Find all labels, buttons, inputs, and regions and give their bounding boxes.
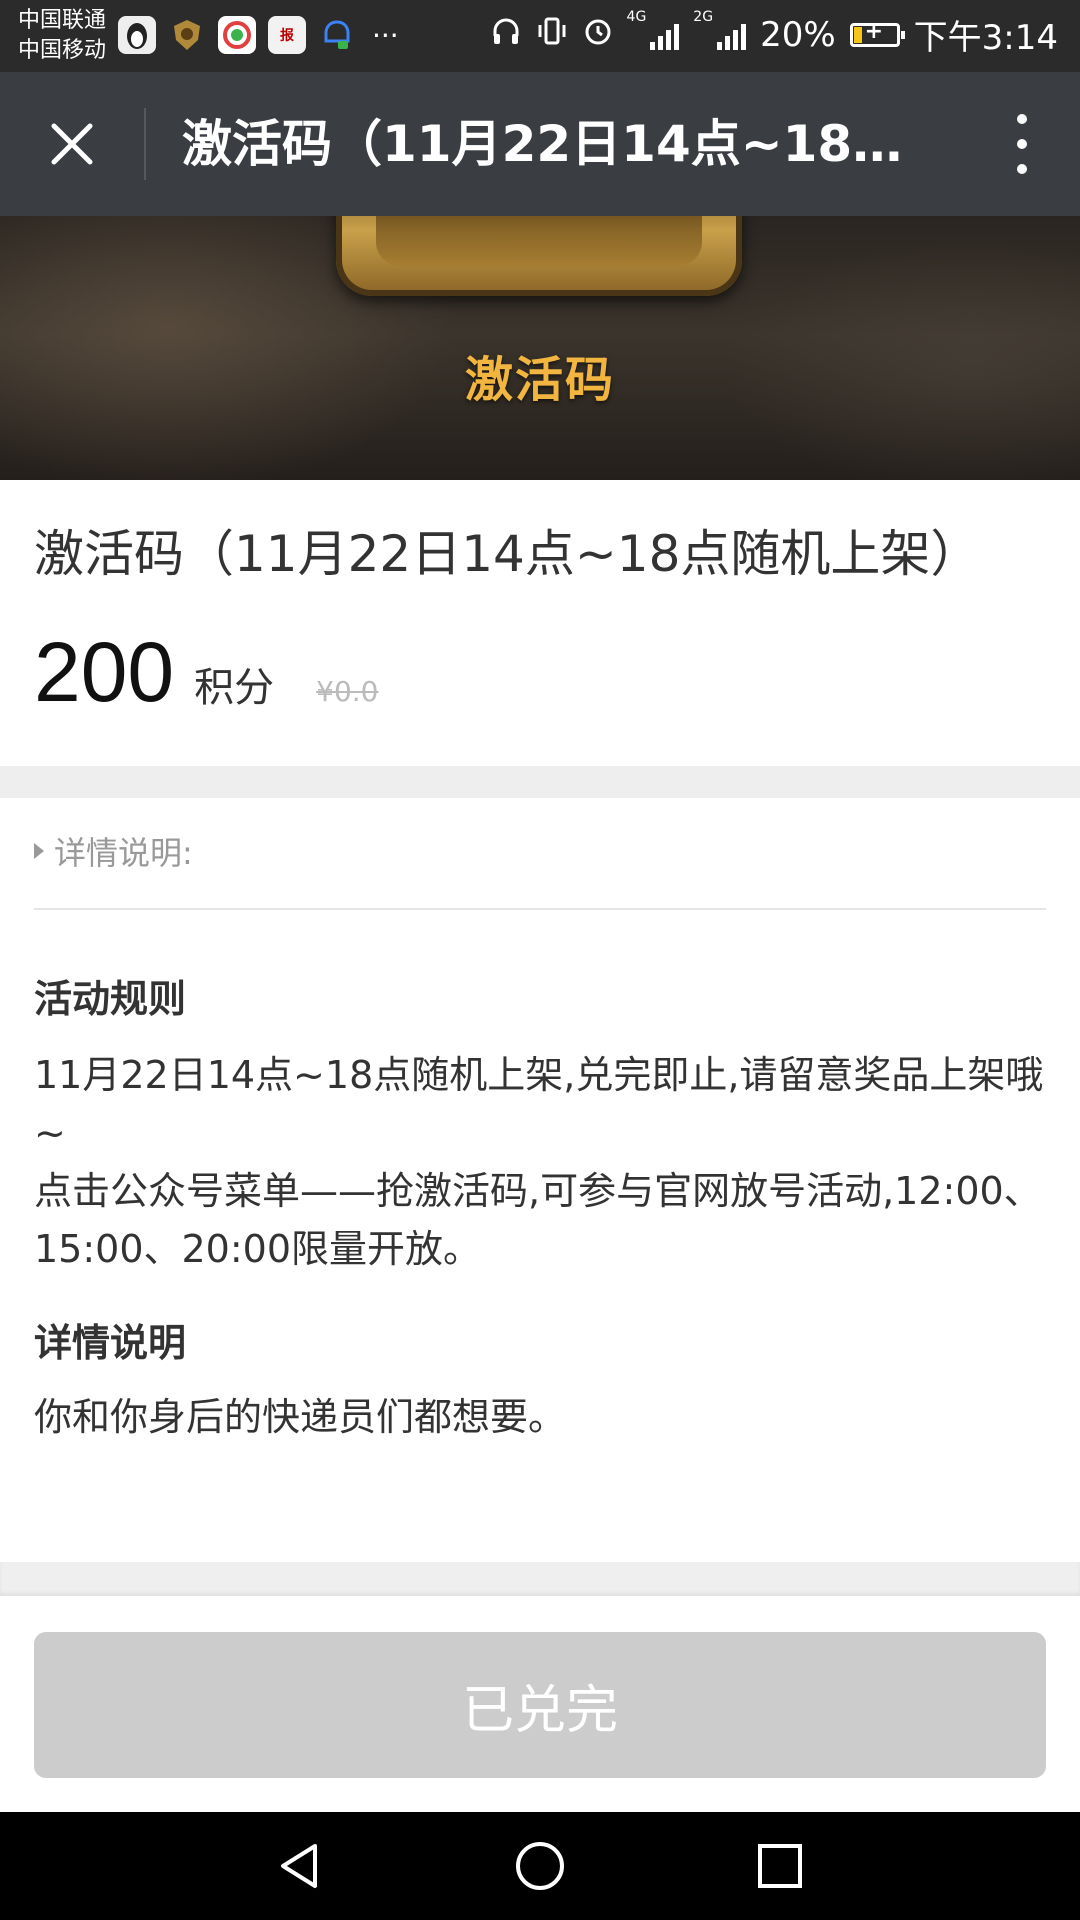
close-button[interactable] — [30, 104, 114, 184]
shield-app-icon — [168, 16, 206, 54]
home-nav-button[interactable] — [510, 1836, 570, 1896]
home-circle-icon — [516, 1842, 564, 1890]
banner-label: 激活码 — [464, 352, 615, 408]
more-vertical-icon-dot — [1017, 164, 1027, 174]
game-logo-emblem — [336, 216, 742, 296]
page-title: 激活码（11月22日14点~18点... — [182, 116, 942, 172]
navigation-bar — [0, 1812, 1080, 1920]
rules-text-2: 点击公众号菜单——抢激活码,可参与官网放号活动,12:00、15:00、20:0… — [34, 1169, 1042, 1271]
desc-title: 详情说明 — [34, 1321, 187, 1365]
more-vertical-icon-dot — [1017, 139, 1027, 149]
carrier-1: 中国联通 — [18, 8, 107, 33]
more-notifications-icon: ··· — [372, 18, 399, 52]
details-header[interactable]: 详情说明: — [34, 828, 193, 874]
battery-percent: 20% — [760, 14, 836, 55]
back-triangle-icon — [281, 1844, 317, 1888]
network-4g-label: 4G — [626, 9, 647, 25]
points-unit: 积分 — [194, 665, 275, 711]
vibrate-icon — [535, 16, 569, 53]
action-bar: 已兑完 — [0, 1596, 1080, 1812]
signal-4g-icon — [650, 20, 680, 50]
price-row: 200 积分 ¥0.0 — [34, 624, 379, 721]
headphones-icon — [491, 16, 521, 53]
details-section: 详情说明: 活动规则 11月22日14点~18点随机上架,兑完即止,请留意奖品上… — [0, 798, 1080, 1562]
recents-square-icon — [758, 1844, 802, 1888]
signal-2g-icon — [717, 20, 747, 50]
points-value: 200 — [34, 625, 175, 719]
battery-icon: + — [849, 19, 905, 47]
close-icon — [51, 123, 93, 165]
product-name: 激活码（11月22日14点~18点随机上架） — [34, 525, 981, 583]
details-header-label: 详情说明: — [54, 834, 193, 872]
desc-text: 你和你身后的快递员们都想要。 — [34, 1395, 567, 1439]
product-info: 激活码（11月22日14点~18点随机上架） 200 积分 ¥0.0 — [0, 480, 1080, 766]
title-bar: 激活码（11月22日14点~18点... — [0, 72, 1080, 216]
section-separator — [0, 766, 1080, 798]
more-menu-button[interactable] — [994, 108, 1050, 180]
details-divider — [34, 908, 1046, 910]
section-separator — [0, 1562, 1080, 1596]
more-vertical-icon — [1017, 114, 1027, 124]
carrier-info: 中国联通 中国移动 — [18, 6, 106, 66]
clock: 下午3:14 — [913, 18, 1058, 58]
status-bar: 中国联通 中国移动 报 ··· 4G 2G 20% + 下午3:14 — [0, 0, 1080, 72]
status-right: 4G 2G 20% + 下午3:14 — [491, 10, 1058, 59]
notification-icons: 报 ··· — [118, 16, 399, 54]
browser-app-icon — [218, 16, 256, 54]
original-price: ¥0.0 — [316, 675, 379, 708]
recents-nav-button[interactable] — [750, 1836, 810, 1896]
back-nav-button[interactable] — [270, 1836, 330, 1896]
rules-text-1: 11月22日14点~18点随机上架,兑完即止,请留意奖品上架哦~ — [34, 1053, 1044, 1155]
penguin-app-icon — [118, 16, 156, 54]
chat-app-icon — [318, 16, 356, 54]
redeem-button[interactable]: 已兑完 — [34, 1632, 1046, 1778]
alarm-icon — [583, 16, 613, 53]
rules-title: 活动规则 — [34, 977, 187, 1021]
title-divider — [144, 108, 146, 180]
news-app-icon: 报 — [268, 16, 306, 54]
expand-triangle-icon — [34, 843, 44, 859]
carrier-2: 中国移动 — [18, 38, 107, 63]
network-2g-label: 2G — [693, 9, 714, 25]
product-banner: 激活码 — [0, 216, 1080, 480]
